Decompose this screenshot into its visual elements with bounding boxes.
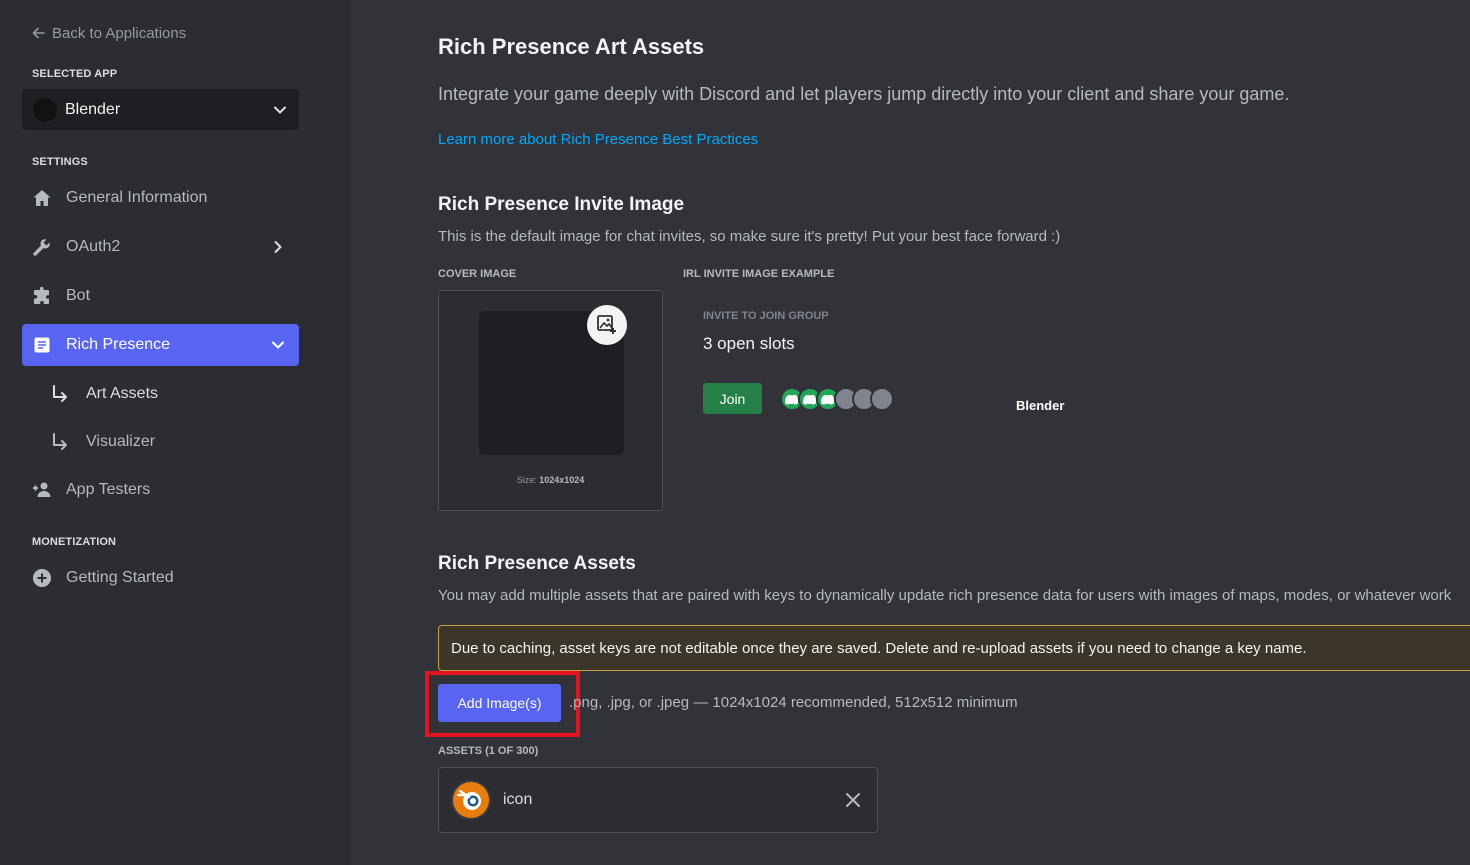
invite-image-description: This is the default image for chat invit…	[438, 228, 1061, 245]
person-add-icon	[32, 480, 52, 500]
add-image-icon[interactable]	[587, 305, 627, 345]
page-title: Rich Presence Art Assets	[438, 34, 705, 59]
main-content: Rich Presence Art Assets Integrate your …	[350, 0, 1470, 865]
subdirectory-arrow-icon	[53, 385, 67, 402]
settings-heading: SETTINGS	[32, 156, 88, 168]
monetization-heading: MONETIZATION	[32, 536, 117, 548]
warning-text: Due to caching, asset keys are not edita…	[451, 639, 1307, 657]
asset-key-label: icon	[503, 791, 533, 808]
assets-section-title: Rich Presence Assets	[438, 553, 636, 574]
caching-warning: Due to caching, asset keys are not edita…	[438, 625, 1470, 671]
subdirectory-arrow-icon	[53, 433, 67, 450]
back-to-applications-link[interactable]: Back to Applications	[32, 23, 186, 43]
asset-item[interactable]: icon	[438, 767, 878, 833]
sidebar-item-bot[interactable]: Bot	[22, 275, 299, 317]
invite-preview-title: INVITE TO JOIN GROUP	[703, 310, 829, 322]
assets-count-label: ASSETS (1 OF 300)	[438, 745, 539, 757]
puzzle-piece-icon	[32, 286, 52, 306]
sidebar-item-label: App Testers	[66, 481, 151, 498]
cover-image-uploader[interactable]: Size: 1024x1024	[438, 290, 663, 511]
invite-preview-slots: 3 open slots	[703, 334, 795, 353]
invite-image-title: Rich Presence Invite Image	[438, 194, 685, 215]
assets-section-description: You may add multiple assets that are pai…	[438, 587, 1452, 604]
cover-image-label: COVER IMAGE	[438, 268, 517, 280]
chevron-down-icon	[274, 106, 286, 113]
home-icon	[32, 188, 52, 208]
chevron-right-icon	[274, 241, 282, 253]
sidebar-item-general-information[interactable]: General Information	[22, 177, 299, 219]
sidebar-item-rich-presence[interactable]: Rich Presence	[22, 324, 299, 366]
sidebar-subitem-art-assets[interactable]: Art Assets	[50, 375, 299, 413]
plus-circle-icon	[32, 568, 52, 588]
cover-size-hint: Size: 1024x1024	[439, 475, 662, 485]
sidebar-item-label: Rich Presence	[66, 336, 171, 353]
sidebar-subitem-visualizer[interactable]: Visualizer	[50, 423, 299, 461]
blender-logo-icon	[451, 780, 491, 820]
image-format-hint: .png, .jpg, or .jpeg — 1024x1024 recomme…	[569, 694, 1018, 711]
sidebar-item-label: Bot	[66, 287, 91, 304]
join-button[interactable]: Join	[703, 383, 762, 414]
selected-app-heading: SELECTED APP	[32, 68, 118, 80]
sidebar-subitem-label: Art Assets	[86, 385, 159, 402]
back-link-label: Back to Applications	[52, 24, 187, 42]
app-selector[interactable]: Blender	[22, 89, 299, 130]
document-icon	[32, 335, 52, 355]
app-avatar	[33, 97, 57, 122]
sidebar: Back to Applications SELECTED APP Blende…	[0, 0, 350, 865]
empty-slot-avatar	[870, 387, 894, 411]
sidebar-item-getting-started[interactable]: Getting Started	[22, 557, 299, 599]
sidebar-subitem-label: Visualizer	[86, 433, 156, 450]
size-value: 1024x1024	[539, 475, 585, 485]
chevron-down-icon	[272, 341, 284, 349]
close-icon[interactable]	[843, 790, 863, 810]
sidebar-item-app-testers[interactable]: App Testers	[22, 469, 299, 511]
sidebar-item-label: OAuth2	[66, 238, 121, 255]
page-intro: Integrate your game deeply with Discord …	[438, 84, 1290, 104]
invite-game-name: Blender	[1016, 398, 1065, 413]
invite-example-label: IRL INVITE IMAGE EXAMPLE	[683, 268, 835, 280]
size-prefix: Size:	[516, 475, 537, 485]
learn-more-link[interactable]: Learn more about Rich Presence Best Prac…	[438, 131, 758, 148]
highlight-box	[425, 671, 580, 737]
sidebar-item-oauth2[interactable]: OAuth2	[22, 226, 299, 268]
sidebar-item-label: Getting Started	[66, 569, 174, 586]
app-selector-value: Blender	[65, 100, 121, 118]
sidebar-item-label: General Information	[66, 189, 208, 206]
arrow-left-icon	[32, 27, 45, 39]
wrench-icon	[32, 237, 52, 257]
